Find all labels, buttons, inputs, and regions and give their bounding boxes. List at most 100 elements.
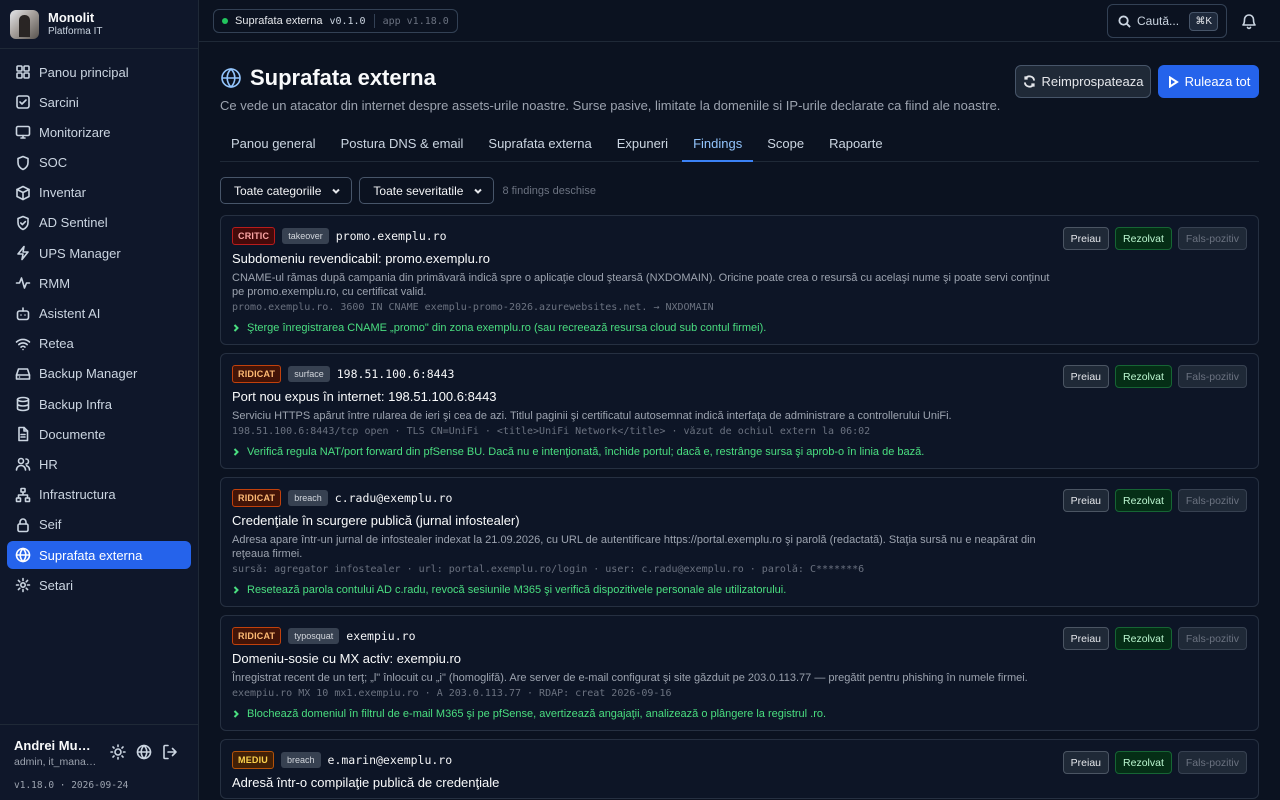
- take-button[interactable]: Preiau: [1062, 489, 1110, 512]
- app-version-pill: app v1.18.0: [382, 15, 449, 27]
- sidebar-item-label: HR: [39, 456, 58, 472]
- finding-remediation[interactable]: Blochează domeniul în filtrul de e-mail …: [232, 708, 1246, 730]
- remediation-text: Blochează domeniul în filtrul de e-mail …: [247, 708, 827, 720]
- category-select[interactable]: Toate categoriile: [220, 177, 353, 204]
- run-all-button[interactable]: Ruleaza tot: [1158, 65, 1259, 98]
- gear-icon: [15, 577, 31, 593]
- brand[interactable]: Monolit Platforma IT: [0, 0, 198, 49]
- sidebar-item-soc[interactable]: SOC: [7, 149, 191, 177]
- sun-icon[interactable]: [110, 744, 126, 760]
- sidebar-item-infrastructura[interactable]: Infrastructura: [7, 481, 191, 509]
- false-positive-button[interactable]: Fals-pozitiv: [1177, 627, 1247, 650]
- status-dot: [222, 18, 228, 24]
- refresh-icon: [1023, 75, 1035, 88]
- finding-target: exempiu.ro: [346, 629, 416, 643]
- sidebar-item-monitorizare[interactable]: Monitorizare: [7, 118, 191, 146]
- finding-target: c.radu@exemplu.ro: [334, 491, 453, 505]
- resolve-button[interactable]: Rezolvat: [1115, 489, 1172, 512]
- sidebar-item-backup-infra[interactable]: Backup Infra: [7, 390, 191, 418]
- notifications-button[interactable]: [1240, 12, 1258, 33]
- chevron-right-icon: [233, 710, 239, 718]
- findings-count: 8 findings deschise: [502, 184, 596, 197]
- resolve-button[interactable]: Rezolvat: [1115, 751, 1172, 774]
- lock-icon: [17, 518, 29, 533]
- finding-evidence: promo.exemplu.ro. 3600 IN CNAME exemplu-…: [232, 302, 714, 313]
- app-version: v1.18.0 · 2026-09-24: [14, 780, 129, 791]
- bot-icon: [16, 306, 30, 320]
- false-positive-button[interactable]: Fals-pozitiv: [1177, 365, 1247, 388]
- sidebar-item-seif[interactable]: Seif: [7, 511, 191, 539]
- sidebar-item-ad-sentinel[interactable]: AD Sentinel: [7, 209, 191, 237]
- tab-rapoarte[interactable]: Rapoarte: [818, 132, 893, 162]
- remediation-text: Resetează parola contului AD c.radu, rev…: [247, 584, 787, 596]
- database-icon: [16, 396, 30, 412]
- tab-suprafata-externa[interactable]: Suprafata externa: [477, 132, 602, 162]
- language-globe-icon[interactable]: [136, 744, 152, 760]
- sidebar-item-label: Backup Manager: [39, 366, 138, 382]
- tab-expuneri[interactable]: Expuneri: [606, 132, 679, 162]
- false-positive-button[interactable]: Fals-pozitiv: [1177, 751, 1247, 774]
- sidebar-item-retea[interactable]: Retea: [7, 330, 191, 358]
- category-badge: surface: [288, 366, 330, 382]
- finding-description: Serviciu HTTPS apărut între rularea de i…: [232, 410, 952, 422]
- severity-badge: CRITIC: [232, 227, 276, 245]
- finding-card: RIDICAT breach c.radu@exemplu.ro Credenţ…: [220, 477, 1259, 607]
- sidebar-item-label: Inventar: [39, 185, 86, 201]
- sidebar-item-sarcini[interactable]: Sarcini: [7, 88, 191, 116]
- take-button[interactable]: Preiau: [1062, 627, 1110, 650]
- remediation-text: Şterge înregistrarea CNAME „promo" din z…: [247, 322, 767, 334]
- resolve-button[interactable]: Rezolvat: [1115, 627, 1172, 650]
- severity-badge: RIDICAT: [232, 365, 282, 383]
- dashboard-icon: [16, 65, 30, 79]
- sidebar-item-documente[interactable]: Documente: [7, 420, 191, 448]
- take-button[interactable]: Preiau: [1062, 227, 1110, 250]
- sidebar-item-hr[interactable]: HR: [7, 450, 191, 478]
- filters-bar: Toate categoriile Toate severitatile 8 f…: [220, 177, 596, 204]
- sidebar-item-ups-manager[interactable]: UPS Manager: [7, 239, 191, 267]
- category-badge: breach: [288, 490, 328, 506]
- sidebar-item-backup-manager[interactable]: Backup Manager: [7, 360, 191, 388]
- resolve-button[interactable]: Rezolvat: [1115, 365, 1172, 388]
- sidebar-item-label: Retea: [39, 336, 74, 352]
- false-positive-button[interactable]: Fals-pozitiv: [1177, 489, 1247, 512]
- tab-findings[interactable]: Findings: [682, 132, 754, 162]
- finding-card: MEDIU breach e.marin@exemplu.ro Adresă î…: [220, 739, 1259, 799]
- logout-icon[interactable]: [162, 744, 178, 760]
- module-version: v0.1.0: [329, 15, 366, 27]
- tab-panou-general[interactable]: Panou general: [220, 132, 327, 162]
- search-input[interactable]: Caută... ⌘K: [1107, 4, 1227, 38]
- severity-badge: RIDICAT: [232, 627, 282, 645]
- refresh-button[interactable]: Reimprospateaza: [1015, 65, 1151, 98]
- users-icon: [15, 458, 31, 472]
- sidebar-nav: Panou principal Sarcini Monitorizare SOC…: [0, 49, 198, 599]
- finding-card: CRITIC takeover promo.exemplu.ro Subdome…: [220, 215, 1259, 345]
- monitor-icon: [15, 126, 31, 140]
- false-positive-button[interactable]: Fals-pozitiv: [1177, 227, 1247, 250]
- sidebar-item-label: Backup Infra: [39, 396, 112, 412]
- sidebar-item-inventar[interactable]: Inventar: [7, 179, 191, 207]
- finding-remediation[interactable]: Verifică regula NAT/port forward din pfS…: [232, 446, 1246, 468]
- activity-icon: [15, 277, 31, 290]
- finding-remediation[interactable]: Şterge înregistrarea CNAME „promo" din z…: [232, 322, 1246, 344]
- severity-select[interactable]: Toate severitatile: [359, 177, 495, 204]
- sidebar-item-setari[interactable]: Setari: [7, 571, 191, 599]
- take-button[interactable]: Preiau: [1062, 751, 1110, 774]
- finding-remediation[interactable]: Resetează parola contului AD c.radu, rev…: [232, 584, 1246, 606]
- sidebar-item-label: SOC: [39, 155, 68, 171]
- resolve-button[interactable]: Rezolvat: [1115, 227, 1172, 250]
- remediation-text: Verifică regula NAT/port forward din pfS…: [247, 446, 925, 458]
- severity-select-value: Toate severitatile: [373, 183, 464, 198]
- finding-evidence: exempiu.ro MX 10 mx1.exempiu.ro · A 203.…: [232, 688, 672, 699]
- sidebar-item-rmm[interactable]: RMM: [7, 269, 191, 297]
- sidebar-item-suprafata-externa[interactable]: Suprafata externa: [7, 541, 191, 569]
- sidebar-item-asistent-ai[interactable]: Asistent AI: [7, 300, 191, 328]
- sidebar-item-label: UPS Manager: [39, 245, 121, 261]
- tab-scope[interactable]: Scope: [756, 132, 815, 162]
- user-name: Andrei Munteanu: [14, 738, 98, 753]
- finding-card: RIDICAT typosquat exempiu.ro Domeniu-sos…: [220, 615, 1259, 731]
- take-button[interactable]: Preiau: [1062, 365, 1110, 388]
- tab-postura-dns-email[interactable]: Postura DNS & email: [330, 132, 475, 162]
- user-panel: Andrei Munteanu admin, it_manager v1.18.…: [0, 724, 199, 800]
- sidebar-item-panou-principal[interactable]: Panou principal: [7, 58, 191, 86]
- severity-badge: MEDIU: [232, 751, 274, 769]
